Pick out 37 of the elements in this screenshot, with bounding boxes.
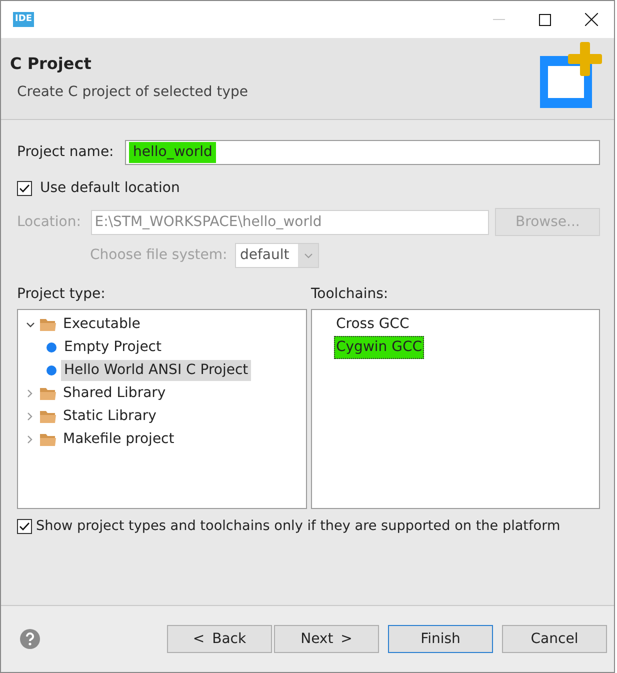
list-item[interactable]: Cross GCC [334,313,412,336]
folder-icon [40,433,56,446]
field-label: Project name: [17,143,115,162]
folder-icon [40,387,56,400]
tree-item[interactable]: Shared Library [60,383,169,404]
close-icon [584,13,598,26]
project-name-field[interactable]: hello_world [125,140,600,165]
tree-item[interactable]: Hello World ANSI C Project [61,360,252,381]
dot-icon [46,342,57,353]
section-label: Toolchains: [311,285,390,304]
minimize-icon [493,18,505,20]
app-logo: IDE [13,12,34,27]
tree-item[interactable]: Makefile project [60,429,178,450]
checkbox-label: Use default location [40,179,180,198]
folder-icon [40,410,56,423]
tree-item[interactable]: Static Library [60,406,160,427]
expand-toggle[interactable] [24,322,36,328]
field-label: Choose file system: [90,246,228,265]
page-title: C Project [10,53,92,75]
field-label: Location: [17,212,82,232]
checkbox[interactable] [17,181,32,196]
caret-icon [304,252,312,258]
maximize-icon [539,14,551,26]
folder-icon [40,318,56,331]
dialog-button[interactable]: Next > [274,625,379,653]
section-label: Project type: [17,285,106,304]
tree-item[interactable]: Executable [60,314,144,335]
dot-icon [46,365,57,376]
dialog-button[interactable]: < Back [167,625,272,653]
dialog-button[interactable]: Finish [388,625,493,653]
page-description: Create C project of selected type [17,83,249,102]
checkbox-label: Show project types and toolchains only if they are supported on the platform [36,517,560,536]
list-item[interactable]: Cygwin GCC [334,336,424,359]
help-icon[interactable] [20,629,40,649]
dialog-button[interactable]: Cancel [502,625,607,653]
tree-item[interactable]: Empty Project [61,337,164,358]
checkbox[interactable] [17,518,32,534]
